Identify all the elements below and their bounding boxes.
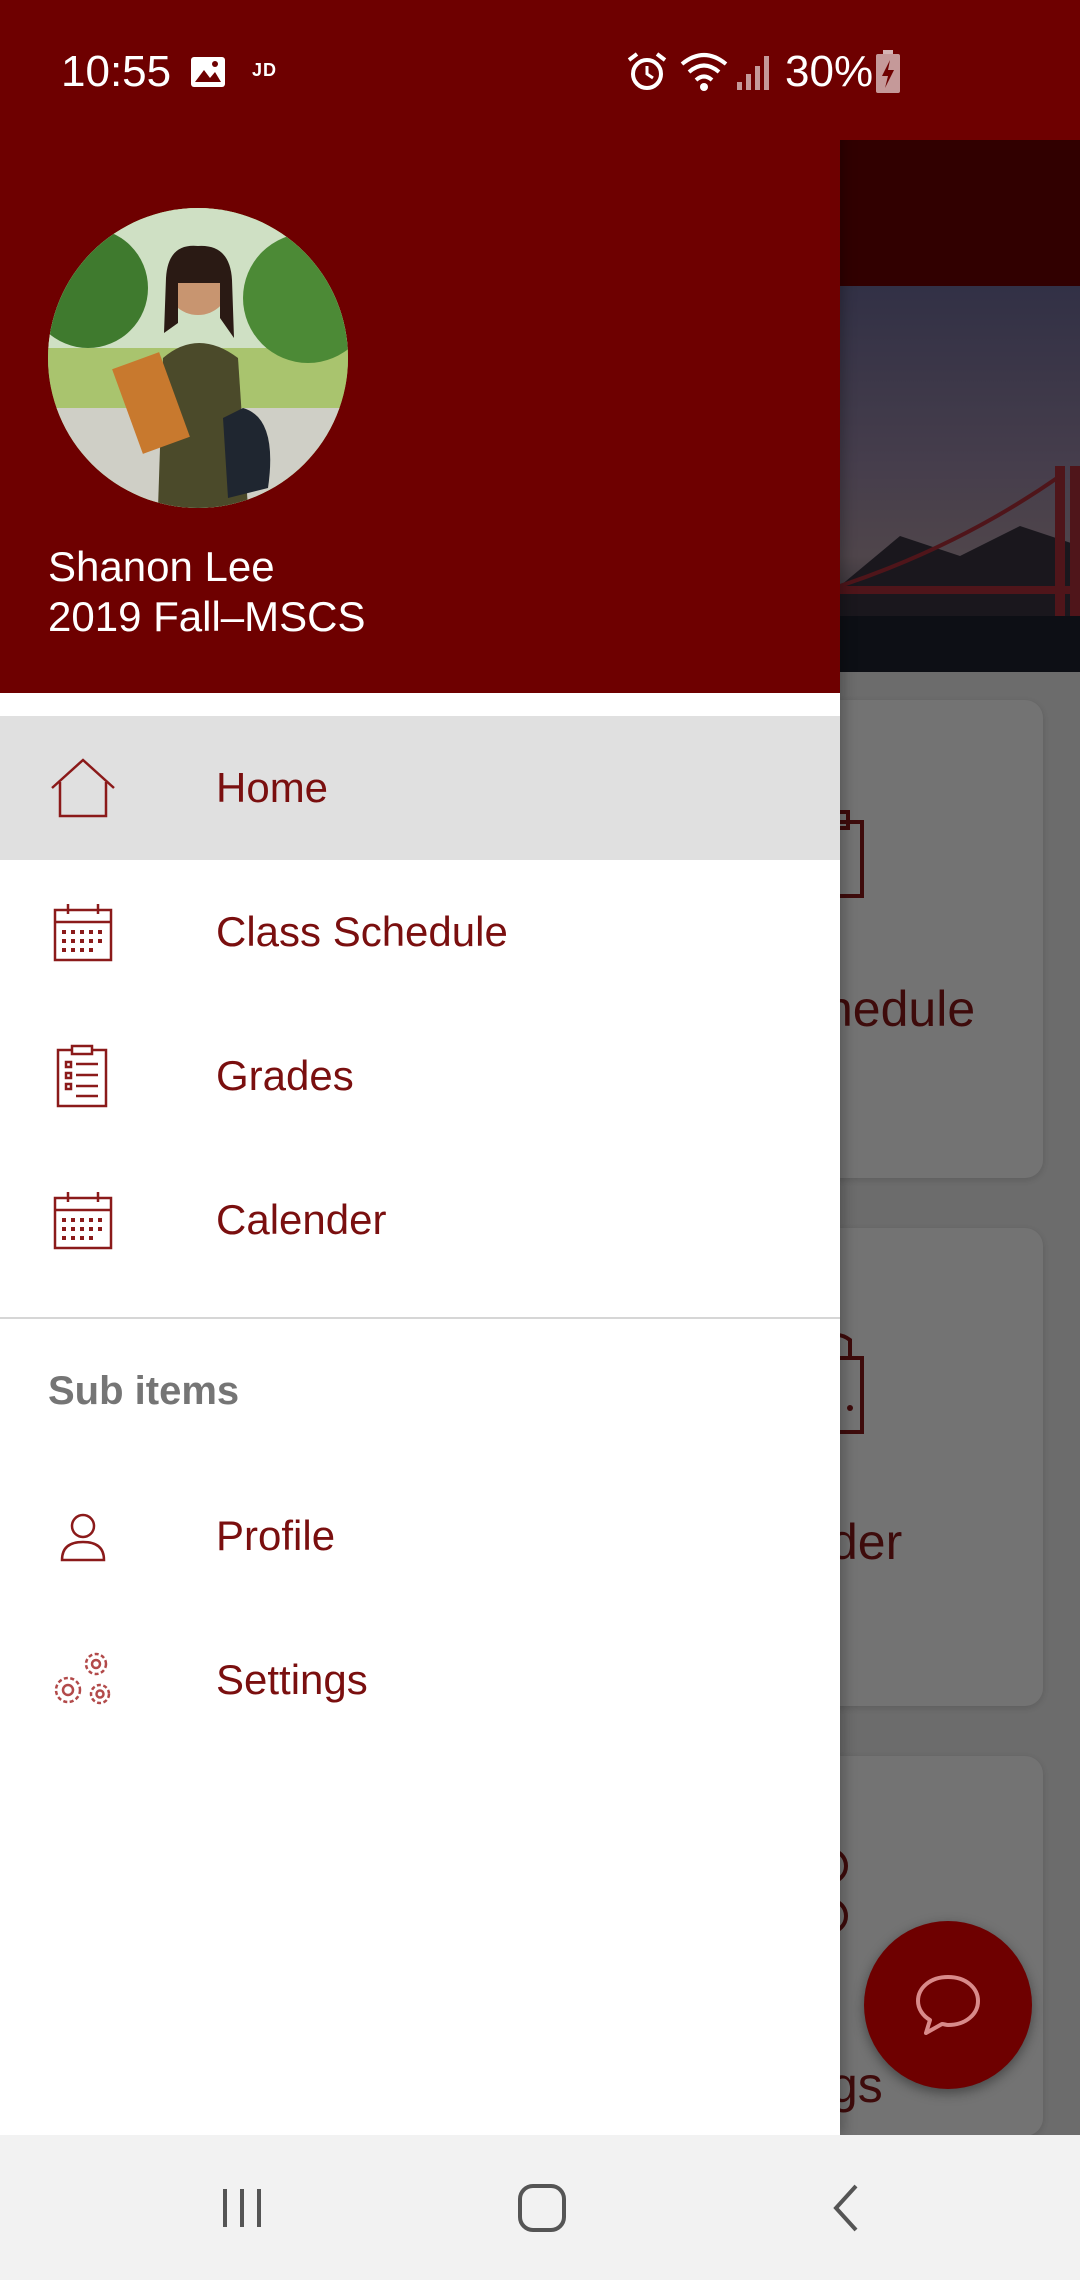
profile-photo: [48, 208, 348, 508]
chat-bubble-icon: [916, 1975, 980, 2035]
status-time: 10:55: [61, 47, 172, 96]
gears-icon: [54, 1652, 111, 1705]
calendar-icon: [53, 904, 113, 962]
menu-item-label: Grades: [216, 1052, 354, 1099]
person-icon: [60, 1513, 106, 1562]
menu-item-label: Settings: [216, 1656, 368, 1703]
home-button-icon: [518, 2183, 566, 2232]
recent-apps-button[interactable]: [182, 2135, 302, 2280]
status-bar: 10:55 JD 30%: [0, 0, 1080, 140]
calendar-icon: [53, 1192, 113, 1250]
jd-notification-label: JD: [252, 60, 278, 80]
chat-fab[interactable]: [864, 1921, 1032, 2089]
section-header-sub-items: Sub items: [48, 1369, 240, 1413]
back-icon: [833, 2184, 858, 2231]
menu-item-label: Home: [216, 764, 329, 811]
menu-item-calender[interactable]: Calender: [0, 1148, 840, 1292]
wifi-icon: [680, 53, 728, 91]
menu-item-grades[interactable]: Grades: [0, 1004, 840, 1148]
drawer-divider: [0, 1317, 840, 1319]
menu-item-label: Class Schedule: [216, 908, 508, 955]
alarm-icon: [627, 52, 667, 90]
recent-apps-icon: [223, 2188, 261, 2227]
navigation-drawer: Shanon Lee 2019 Fall–MSCS Home Class Sch…: [0, 0, 840, 2135]
system-nav-bar: [0, 2135, 1080, 2280]
menu-item-home[interactable]: Home: [0, 716, 840, 860]
menu-item-class-schedule[interactable]: Class Schedule: [0, 860, 840, 1004]
menu-item-profile[interactable]: Profile: [0, 1464, 840, 1608]
menu-item-label: Calender: [216, 1196, 387, 1243]
menu-item-settings[interactable]: Settings: [0, 1608, 840, 1752]
user-program: 2019 Fall–MSCS: [48, 593, 366, 640]
image-icon: [191, 57, 225, 87]
battery-percent: 30%: [785, 47, 874, 96]
menu-item-label: Profile: [216, 1512, 336, 1559]
home-icon: [51, 758, 115, 818]
back-button[interactable]: [786, 2135, 906, 2280]
avatar[interactable]: [48, 208, 348, 508]
battery-charging-icon: [876, 50, 900, 93]
signal-icon: [737, 56, 769, 90]
clipboard-list-icon: [56, 1044, 108, 1108]
user-name: Shanon Lee: [48, 543, 275, 590]
home-button[interactable]: [482, 2135, 602, 2280]
